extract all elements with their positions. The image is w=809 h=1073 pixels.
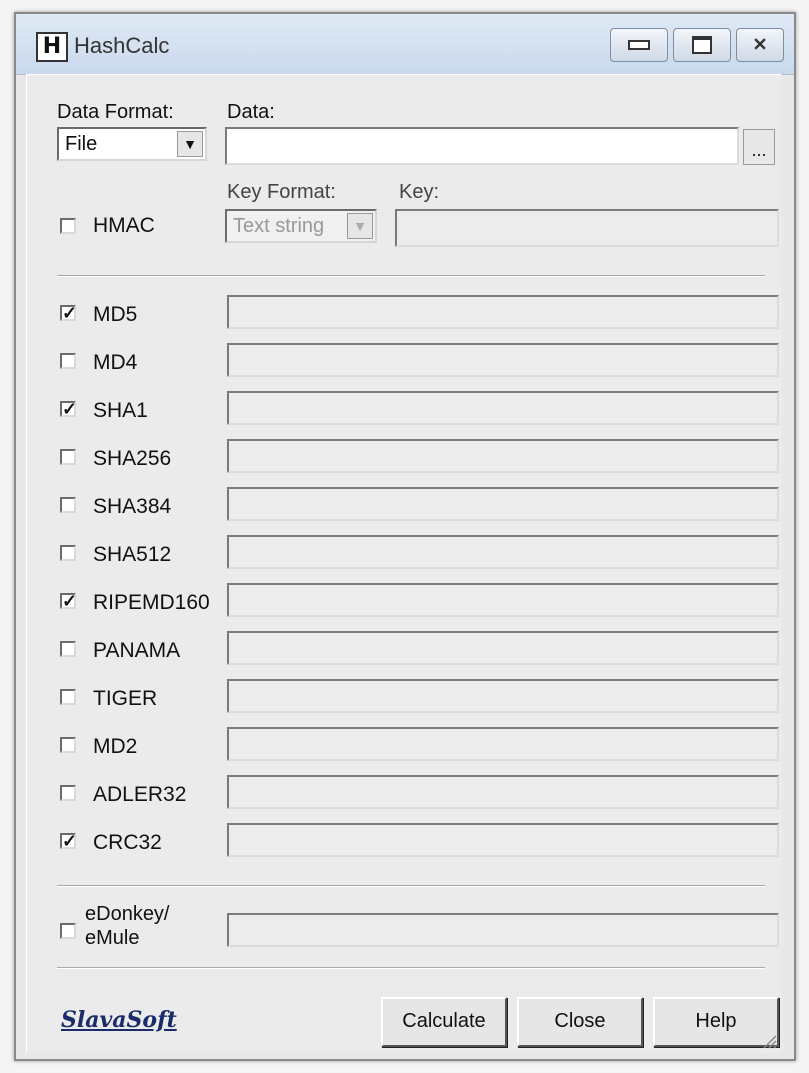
md4-hash-output[interactable] (227, 343, 779, 377)
sha512-checkbox[interactable] (60, 545, 76, 561)
resize-grip-icon[interactable] (761, 1033, 777, 1049)
window-title: HashCalc (74, 33, 170, 58)
data-format-select[interactable]: File ▼ (57, 127, 207, 161)
md4-label: MD4 (93, 351, 138, 374)
key-label: Key: (399, 181, 440, 203)
sha384-checkbox[interactable] (60, 497, 76, 513)
maximize-button[interactable] (673, 28, 731, 62)
sha512-hash-output[interactable] (227, 535, 779, 569)
panama-checkbox[interactable] (60, 641, 76, 657)
tiger-hash-output[interactable] (227, 679, 779, 713)
sha384-label: SHA384 (93, 495, 172, 518)
data-format-value: File (65, 133, 98, 155)
md5-hash-output[interactable] (227, 295, 779, 329)
sha256-hash-output[interactable] (227, 439, 779, 473)
separator (57, 967, 765, 969)
hash-row-md5: ✓ MD5 (27, 295, 781, 335)
sha1-label: SHA1 (93, 399, 148, 422)
md5-checkbox[interactable]: ✓ (60, 304, 77, 322)
adler32-checkbox[interactable] (60, 785, 76, 801)
panama-label: PANAMA (93, 639, 181, 662)
hash-row-md4: MD4 (27, 343, 781, 383)
edonkey-hash-output[interactable] (227, 913, 779, 947)
ripemd160-hash-output[interactable] (227, 583, 779, 617)
close-icon: ✕ (752, 34, 768, 55)
separator (57, 885, 765, 887)
hash-row-md2: MD2 (27, 727, 781, 767)
crc32-checkbox[interactable]: ✓ (60, 832, 77, 850)
md2-hash-output[interactable] (227, 727, 779, 761)
crc32-label: CRC32 (93, 831, 162, 854)
title-bar[interactable]: H HashCalc ✕ (16, 14, 794, 75)
sha512-label: SHA512 (93, 543, 172, 566)
md2-label: MD2 (93, 735, 138, 758)
app-icon: H (36, 32, 68, 62)
ripemd160-label: RIPEMD160 (93, 591, 210, 614)
hash-row-sha256: SHA256 (27, 439, 781, 479)
hmac-checkbox[interactable] (60, 218, 76, 234)
hash-row-sha1: ✓ SHA1 (27, 391, 781, 431)
edonkey-label-line2: eMule (85, 927, 140, 949)
sha1-hash-output[interactable] (227, 391, 779, 425)
hash-row-sha384: SHA384 (27, 487, 781, 527)
minimize-button[interactable] (610, 28, 668, 62)
hash-row-adler32: ADLER32 (27, 775, 781, 815)
dialog-body: Data Format: File ▼ Data: ... HMAC Key F… (26, 74, 781, 1053)
minimize-icon (628, 40, 650, 50)
browse-button[interactable]: ... (743, 129, 775, 165)
edonkey-label-line1: eDonkey/ (85, 903, 170, 925)
sha384-hash-output[interactable] (227, 487, 779, 521)
key-format-label: Key Format: (227, 181, 336, 203)
slavasoft-logo: SlavaSoft (61, 1007, 177, 1033)
hash-row-sha512: SHA512 (27, 535, 781, 575)
md5-label: MD5 (93, 303, 138, 326)
chevron-down-icon[interactable]: ▼ (347, 213, 373, 239)
data-format-label: Data Format: (57, 101, 174, 123)
tiger-label: TIGER (93, 687, 158, 710)
ripemd160-checkbox[interactable]: ✓ (60, 592, 77, 610)
hmac-label: HMAC (93, 214, 155, 237)
separator (57, 275, 765, 277)
key-format-select[interactable]: Text string ▼ (225, 209, 377, 243)
crc32-hash-output[interactable] (227, 823, 779, 857)
edonkey-checkbox[interactable] (60, 923, 76, 939)
close-window-button[interactable]: ✕ (736, 28, 784, 62)
md4-checkbox[interactable] (60, 353, 76, 369)
sha1-checkbox[interactable]: ✓ (60, 400, 77, 418)
chevron-down-icon[interactable]: ▼ (177, 131, 203, 157)
sha256-checkbox[interactable] (60, 449, 76, 465)
adler32-label: ADLER32 (93, 783, 187, 806)
data-input[interactable] (225, 127, 739, 165)
key-format-value: Text string (233, 215, 325, 237)
md2-checkbox[interactable] (60, 737, 76, 753)
hash-row-tiger: TIGER (27, 679, 781, 719)
hash-row-ripemd160: ✓ RIPEMD160 (27, 583, 781, 623)
hashcalc-window: H HashCalc ✕ Data Format: File ▼ Data: .… (14, 12, 796, 1061)
panama-hash-output[interactable] (227, 631, 779, 665)
maximize-icon (692, 36, 712, 54)
close-button[interactable]: Close (517, 997, 643, 1047)
key-input[interactable] (395, 209, 779, 247)
tiger-checkbox[interactable] (60, 689, 76, 705)
calculate-button[interactable]: Calculate (381, 997, 507, 1047)
sha256-label: SHA256 (93, 447, 172, 470)
data-label: Data: (227, 101, 275, 123)
hash-row-panama: PANAMA (27, 631, 781, 671)
adler32-hash-output[interactable] (227, 775, 779, 809)
hash-row-crc32: ✓ CRC32 (27, 823, 781, 863)
